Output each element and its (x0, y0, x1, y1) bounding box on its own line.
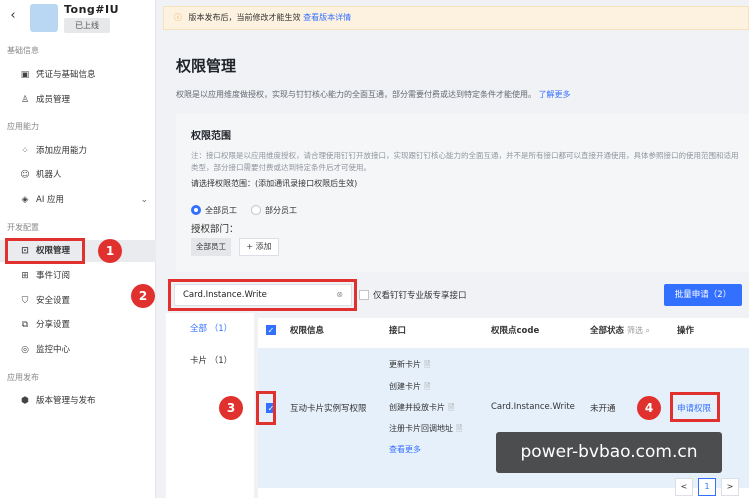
next-page-button[interactable]: > (721, 478, 739, 496)
select-all-checkbox[interactable]: ✓ (266, 325, 276, 335)
step-badge-2: 2 (131, 284, 155, 308)
banner-text: 版本发布后，当前修改才能生效 (188, 13, 301, 22)
event-icon: ⊞ (21, 271, 29, 281)
batch-apply-button[interactable]: 批量申请（2） (664, 284, 742, 306)
add-dept-button[interactable]: + 添加 (239, 238, 279, 256)
interface-item[interactable]: 更新卡片 🗎 (389, 359, 430, 373)
sidebar-item-add-capability[interactable]: ⁘ 添加应用能力 (0, 140, 156, 162)
interface-item[interactable]: 创建卡片 🗎 (389, 381, 430, 395)
scope-title: 权限范围 (191, 131, 231, 142)
header-status: 全部状态 筛选 ⌕ (590, 326, 651, 336)
learn-more-link[interactable]: 了解更多 (539, 90, 571, 99)
sidebar-item-members[interactable]: ♙ 成员管理 (0, 89, 156, 111)
scope-note: 注：接口权限是以应用维度授权，请合理使用钉钉开放接口，实现跟钉钉核心能力的全面互… (191, 151, 739, 172)
row-status: 未开通 (590, 404, 616, 414)
app-status-badge: 已上线 (64, 18, 110, 33)
section-title-basic: 基础信息 (7, 46, 39, 55)
status-filter[interactable]: 筛选 ⌕ (627, 326, 650, 335)
step-badge-3: 3 (219, 396, 243, 420)
add-capability-icon: ⁘ (21, 146, 29, 156)
sidebar-item-robot[interactable]: ☺ 机器人 (0, 164, 156, 186)
permission-scope-card: 权限范围 注：接口权限是以应用维度授权，请合理使用钉钉开放接口，实现跟钉钉核心能… (176, 114, 749, 272)
security-icon: ⛉ (21, 296, 29, 306)
row-permission-info: 互动卡片实例写权限 (290, 404, 367, 414)
ai-icon: ◈ (21, 195, 29, 205)
header-permission-info: 权限信息 (290, 326, 325, 336)
radio-all-staff[interactable]: 全部员工 (191, 205, 237, 216)
prev-page-button[interactable]: < (675, 478, 693, 496)
version-detail-link[interactable]: 查看版本详情 (303, 13, 351, 22)
page-1-button[interactable]: 1 (698, 478, 716, 496)
dept-tag: 全部员工 (191, 238, 231, 256)
info-icon: ⓘ (174, 13, 182, 22)
scope-pick-label: 请选择权限范围：(添加通讯录接口权限后生效) (191, 179, 358, 188)
robot-icon: ☺ (20, 170, 30, 180)
member-icon: ♙ (20, 95, 30, 105)
sidebar-item-credential[interactable]: ▣ 凭证与基础信息 (0, 64, 156, 86)
monitor-icon: ◎ (21, 345, 29, 355)
highlight-box-search (168, 279, 357, 311)
share-icon: ⧉ (21, 320, 29, 330)
auth-dept-label: 授权部门： (191, 224, 239, 235)
credential-icon: ▣ (20, 70, 30, 80)
chevron-down-icon[interactable]: ⌄ (140, 189, 148, 211)
highlight-box-row-checkbox (256, 391, 276, 425)
header-code: 权限点code (491, 326, 540, 336)
app-header: ‹ Tong#IU 已上线 (0, 0, 156, 38)
category-all[interactable]: 全部 （1） (190, 322, 232, 334)
sidebar-item-ai-app[interactable]: ◈ AI 应用 ⌄ (0, 189, 156, 211)
step-badge-1: 1 (98, 239, 122, 263)
radio-part-staff[interactable]: 部分员工 (251, 205, 297, 216)
sidebar-item-version[interactable]: ⬢ 版本管理与发布 (0, 390, 156, 412)
app-name: Tong#IU (64, 3, 120, 16)
step-badge-4: 4 (637, 396, 661, 420)
section-title-dev: 开发配置 (7, 223, 39, 232)
sidebar-item-events[interactable]: ⊞ 事件订阅 (0, 265, 156, 287)
pro-only-label: 仅看钉钉专业版专享接口 (373, 291, 467, 301)
doc-icon: 🗎 (424, 360, 431, 369)
section-title-capability: 应用能力 (7, 122, 39, 131)
doc-icon: 🗎 (448, 403, 455, 412)
header-interface: 接口 (389, 326, 407, 336)
category-card[interactable]: 卡片 （1） (190, 354, 232, 366)
radio-selected-icon (191, 205, 201, 215)
doc-icon: 🗎 (424, 382, 431, 391)
view-more-link[interactable]: 查看更多 (389, 444, 421, 455)
highlight-box-permission (5, 238, 85, 264)
highlight-box-apply (670, 392, 720, 422)
back-arrow-icon[interactable]: ‹ (6, 8, 20, 24)
watermark: power-bvbao.com.cn (496, 432, 722, 473)
section-title-release: 应用发布 (7, 373, 39, 382)
sidebar-item-monitor[interactable]: ◎ 监控中心 (0, 339, 156, 361)
page-title: 权限管理 (176, 57, 237, 75)
row-permission-code: Card.Instance.Write (491, 402, 575, 412)
interface-item[interactable]: 注册卡片回调地址 🗎 (389, 423, 462, 437)
page-description: 权限是以应用维度做授权，实现与钉钉核心能力的全面互通，部分需要付费或达到特定条件… (176, 90, 571, 99)
header-operation: 操作 (677, 326, 695, 336)
doc-icon: 🗎 (456, 424, 463, 433)
sidebar-item-share[interactable]: ⧉ 分享设置 (0, 314, 156, 336)
interface-item[interactable]: 创建并投放卡片 🗎 (389, 402, 454, 416)
version-icon: ⬢ (21, 396, 29, 406)
pro-only-checkbox[interactable] (359, 290, 369, 300)
radio-unselected-icon (251, 205, 261, 215)
app-logo (30, 4, 58, 32)
notice-banner: ⓘ 版本发布后，当前修改才能生效 查看版本详情 (163, 6, 749, 30)
